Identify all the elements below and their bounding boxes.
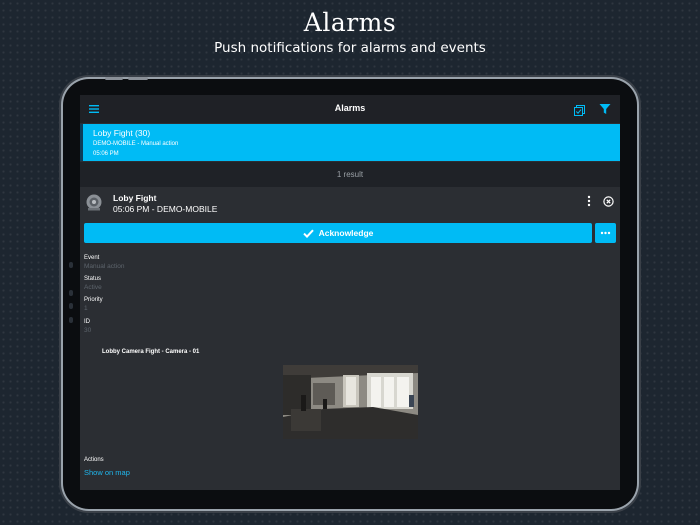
app-title: Alarms <box>334 103 366 113</box>
acknowledge-button[interactable]: Acknowledge <box>84 223 592 243</box>
filter-icon[interactable] <box>599 102 611 114</box>
status-label: Status <box>84 276 102 282</box>
alarm-detail-time: 05:06 PM - DEMO-MOBILE <box>113 204 218 214</box>
siren-icon <box>85 193 103 211</box>
priority-value: 1 <box>84 305 88 312</box>
camera-snapshot[interactable] <box>283 365 418 439</box>
id-label: ID <box>84 319 90 325</box>
result-count: 1 result <box>80 162 620 187</box>
tablet-sensor <box>69 317 73 323</box>
alarm-item-source: DEMO-MOBILE - Manual action <box>93 141 179 147</box>
app-header: Alarms <box>80 95 620 123</box>
acknowledge-label: Acknowledge <box>318 228 374 238</box>
tablet-sensor <box>69 303 73 309</box>
app-screen: Alarms Loby Fight (30) DEMO-MOBILE - Man… <box>80 95 620 490</box>
alarm-item-time: 05:06 PM <box>93 151 119 157</box>
more-vertical-icon[interactable] <box>585 194 593 207</box>
alarm-item-title: Loby Fight (30) <box>93 128 151 138</box>
camera-snapshot-image <box>283 365 418 439</box>
promo-title: Alarms <box>303 8 397 37</box>
alarm-detail-header: Loby Fight 05:06 PM - DEMO-MOBILE <box>80 187 620 219</box>
multi-select-icon[interactable] <box>574 103 585 116</box>
id-value: 30 <box>84 327 92 334</box>
status-value: Active <box>84 284 102 291</box>
tablet-button <box>128 77 148 80</box>
show-on-map-link[interactable]: Show on map <box>84 468 130 477</box>
check-icon <box>302 229 314 238</box>
more-options-button[interactable] <box>595 223 616 243</box>
priority-label: Priority <box>84 297 103 303</box>
tablet-sensor <box>69 290 73 296</box>
event-value: Manual action <box>84 263 125 270</box>
close-circle-icon[interactable] <box>603 194 614 207</box>
ellipsis-icon <box>600 231 611 235</box>
camera-title: Lobby Camera Fight - Camera - 01 <box>102 349 200 355</box>
alarm-list-item[interactable]: Loby Fight (30) DEMO-MOBILE - Manual act… <box>80 124 620 161</box>
alarm-detail-name: Loby Fight <box>113 193 157 203</box>
tablet-button <box>105 77 123 80</box>
promo-subtitle: Push notifications for alarms and events <box>214 40 486 56</box>
tablet-sensor <box>69 262 73 268</box>
actions-label: Actions <box>84 457 104 463</box>
event-label: Event <box>84 255 100 261</box>
